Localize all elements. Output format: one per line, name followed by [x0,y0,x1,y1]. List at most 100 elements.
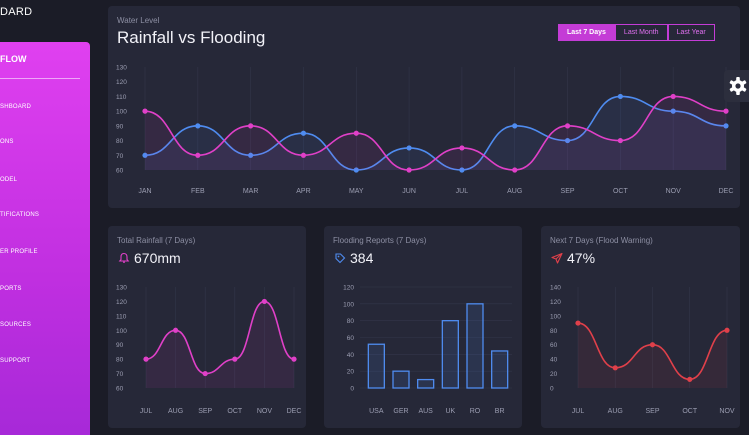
series-area [146,301,294,388]
data-point [649,342,656,348]
x-tick-label: JUL [572,408,585,415]
sidebar-divider [0,78,80,79]
data-point [723,108,729,114]
data-point [248,123,254,129]
x-tick-label: JUL [140,408,153,415]
x-tick-label: DEC [287,408,302,415]
main-line-chart: 60 70 80 90 100 110 120 130 JAN FEB MAR APR MAY JUN JU… [116,65,734,196]
data-point [617,93,623,100]
data-point [406,167,412,173]
data-point [143,356,149,362]
settings-button[interactable] [724,70,749,102]
sidebar-item-ons[interactable]: ONS [0,139,14,145]
x-tick-label: MAY [349,188,364,195]
bar [367,343,385,389]
x-tick-label: UK [445,408,455,415]
data-point [202,370,208,377]
x-tick-label: DEC [719,188,734,195]
total-rainfall-card: Total Rainfall (7 Days) 670mm 60 70 80 90 10… [108,226,306,428]
y-tick-label: 40 [550,357,558,364]
x-tick-label: JAN [138,188,151,195]
y-tick-label: 100 [343,301,354,308]
x-tick-label: AUG [507,188,522,195]
x-tick-label: USA [369,408,384,415]
data-point [512,123,518,129]
x-tick-label: SEP [198,408,212,415]
y-tick-label: 90 [116,123,124,130]
y-tick-label: 20 [550,371,558,378]
x-tick-label: AUG [168,408,183,415]
x-tick-label: NOV [257,408,273,415]
data-point [300,152,307,158]
data-point [617,137,623,144]
y-tick-label: 60 [116,386,124,393]
data-point [353,130,359,136]
x-tick-label: SEP [645,408,659,415]
y-tick-label: 120 [116,79,127,86]
y-tick-label: 120 [116,299,127,306]
y-tick-label: 80 [347,318,355,325]
x-tick-label: BR [495,408,505,415]
y-tick-label: 90 [116,342,124,349]
x-tick-label: OCT [613,188,629,195]
y-tick-label: 110 [116,94,127,101]
y-tick-label: 20 [347,369,355,376]
data-point [195,123,201,129]
data-point [232,356,238,362]
flooding-bar-chart: 0 20 40 60 80 100 120 USA GER AUS UK RO BR [343,285,512,415]
y-tick-label: 100 [550,313,561,320]
sidebar-item-dashboard[interactable]: SHBOARD [0,104,31,110]
x-tick-label: AUG [608,408,623,415]
warning-line-chart: 0 20 40 60 80 100 120 140 JUL AUG SEP OCT NOV [550,285,735,416]
y-tick-label: 130 [116,65,127,72]
bar [466,303,484,389]
y-tick-label: 60 [347,335,355,342]
sidebar-item-user-profile[interactable]: ER PROFILE [0,249,38,255]
data-point [670,93,676,100]
gear-icon [729,77,747,95]
data-point [195,152,201,158]
y-tick-label: 80 [550,328,558,335]
y-tick-label: 80 [116,138,124,145]
sidebar-item-support[interactable]: SUPPORT [0,358,30,364]
data-point [291,356,297,362]
data-point [564,123,571,129]
y-tick-label: 40 [347,352,355,359]
sidebar-title: FLOW [0,54,27,64]
sidebar-item-model[interactable]: ODEL [0,177,17,183]
y-tick-label: 140 [550,285,561,292]
x-tick-label: SEP [561,188,575,195]
x-tick-label: OCT [227,408,243,415]
data-point [459,145,465,151]
y-tick-label: 60 [116,168,124,175]
data-point [142,108,148,114]
x-tick-label: AUS [418,408,433,415]
bar [392,370,410,389]
y-tick-label: 100 [116,328,127,335]
data-point [406,145,412,151]
y-tick-label: 70 [116,153,124,160]
x-tick-label: NOV [719,408,735,415]
x-tick-label: GER [393,408,408,415]
x-tick-label: OCT [682,408,698,415]
y-tick-label: 120 [550,299,561,306]
y-tick-label: 0 [550,386,554,393]
sidebar-item-resources[interactable]: SOURCES [0,322,31,328]
y-tick-label: 0 [350,386,354,393]
data-point [512,167,518,173]
flooding-reports-card: Flooding Reports (7 Days) 384 0 20 40 60 80 1… [324,226,522,428]
y-tick-label: 100 [116,109,127,116]
sidebar-item-reports[interactable]: PORTS [0,286,22,292]
sidebar-item-notifications[interactable]: TIFICATIONS [0,212,39,218]
data-point [612,365,618,371]
y-tick-label: 80 [116,357,124,364]
x-tick-label: NOV [666,188,682,195]
bar [417,378,435,389]
bar [491,350,509,389]
y-tick-label: 60 [550,342,558,349]
data-point [687,376,693,382]
x-tick-label: RO [470,408,481,415]
data-point [575,320,581,326]
x-tick-label: JUN [402,188,416,195]
y-tick-label: 110 [116,313,127,320]
